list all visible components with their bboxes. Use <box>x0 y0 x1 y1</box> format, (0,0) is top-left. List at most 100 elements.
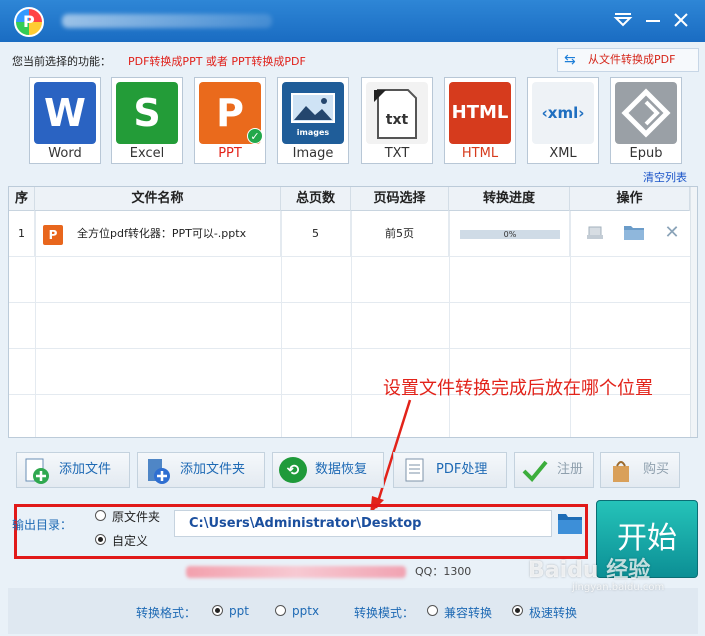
format-label: Image <box>292 146 334 161</box>
epub-icon <box>615 82 677 144</box>
minimize-icon[interactable] <box>642 9 664 31</box>
source-folder-label: 原文件夹 <box>112 510 161 524</box>
format-label-text: 转换格式： <box>136 606 197 620</box>
column-pages: 总页数 <box>281 187 351 211</box>
column-actions: 操作 <box>570 187 690 211</box>
open-folder-icon[interactable] <box>623 223 645 243</box>
excel-icon: S <box>116 82 178 144</box>
qq-text: QQ：1300 <box>415 565 472 578</box>
swap-arrows-icon: ⇆ <box>564 52 576 68</box>
watermark-sub: jingyan.baidu.com <box>572 582 665 593</box>
add-folder-icon <box>144 457 172 484</box>
baidu-watermark: Baidu 经验 jingyan.baidu.com <box>528 552 664 593</box>
format-label: PPT <box>218 146 242 161</box>
empty-row <box>9 395 697 437</box>
column-filename: 文件名称 <box>35 187 281 211</box>
add-folder-button[interactable]: 添加文件夹 <box>137 452 265 488</box>
pdf-process-label: PDF处理 <box>436 462 488 477</box>
radio-custom[interactable] <box>95 534 106 545</box>
html-icon: HTML <box>449 82 511 144</box>
svg-text:images: images <box>297 128 330 137</box>
format-excel[interactable]: S Excel <box>111 77 183 164</box>
row-pages: 5 <box>281 211 351 257</box>
file-table: 序 文件名称 总页数 页码选择 转换进度 操作 1 全方位pdf转化器：PPT可… <box>8 186 698 438</box>
switch-to-pdf-button[interactable]: ⇆ 从文件转换成PDF <box>557 48 699 72</box>
ppt-file-icon: P <box>43 225 63 245</box>
format-ppt[interactable]: P ✓ PPT <box>194 77 266 164</box>
output-path-field[interactable]: C:\Users\Administrator\Desktop <box>174 510 552 537</box>
delete-row-icon[interactable]: ✕ <box>661 223 683 243</box>
svg-text:txt: txt <box>386 112 409 128</box>
data-recover-button[interactable]: ⟲ 数据恢复 <box>272 452 384 488</box>
radio-format-ppt[interactable] <box>212 605 223 616</box>
format-pptx-label: pptx <box>292 604 320 618</box>
close-icon[interactable] <box>670 9 692 31</box>
format-image[interactable]: images Image <box>277 77 349 164</box>
bottom-bar <box>8 588 698 634</box>
open-file-icon[interactable] <box>584 223 606 243</box>
radio-mode-compat[interactable] <box>427 605 438 616</box>
blurred-title <box>62 14 272 28</box>
menu-dropdown-icon[interactable] <box>612 9 634 31</box>
progress-text: 0% <box>503 230 517 239</box>
clear-list-link[interactable]: 清空列表 <box>643 169 687 185</box>
switch-to-pdf-label: 从文件转换成PDF <box>588 53 676 66</box>
shopping-bag-icon <box>607 457 635 483</box>
word-icon: W <box>34 82 96 144</box>
watermark-text: Baidu 经验 <box>528 558 651 583</box>
app-logo-icon: P <box>14 7 44 37</box>
add-file-button[interactable]: 添加文件 <box>16 452 130 488</box>
radio-mode-fast[interactable] <box>512 605 523 616</box>
radio-format-pptx[interactable] <box>275 605 286 616</box>
progress-bar: 0% <box>460 230 560 239</box>
format-word[interactable]: W Word <box>29 77 101 164</box>
blurred-text <box>186 566 406 578</box>
format-txt[interactable]: txt TXT <box>361 77 433 164</box>
function-current: PDF转换成PPT 或者 PPT转换成PDF <box>128 55 306 68</box>
annotation-text: 设置文件转换完成后放在哪个位置 <box>383 378 653 399</box>
column-index: 序 <box>9 187 35 211</box>
radio-source-folder[interactable] <box>95 510 106 521</box>
pdf-process-button[interactable]: PDF处理 <box>393 452 507 488</box>
row-filename: 全方位pdf转化器：PPT可以-.pptx <box>35 211 281 257</box>
column-page-range: 页码选择 <box>351 187 449 211</box>
mode-fast-label: 极速转换 <box>529 606 578 620</box>
custom-label: 自定义 <box>112 534 149 548</box>
column-progress: 转换进度 <box>449 187 570 211</box>
empty-row <box>9 303 697 349</box>
checkmark-icon <box>521 457 549 483</box>
format-label: Excel <box>129 146 165 161</box>
image-icon: images <box>282 82 344 144</box>
row-index: 1 <box>9 211 35 257</box>
recover-icon: ⟲ <box>279 457 307 483</box>
register-button[interactable]: 注册 <box>514 452 594 488</box>
function-label: 您当前选择的功能： <box>12 55 111 68</box>
format-label: Word <box>48 146 82 161</box>
add-file-label: 添加文件 <box>59 462 112 477</box>
mode-label-text: 转换模式： <box>354 606 415 620</box>
buy-label: 购买 <box>643 462 670 477</box>
format-xml[interactable]: ‹xml› XML <box>527 77 599 164</box>
table-row[interactable]: 1 全方位pdf转化器：PPT可以-.pptx P 5 前5页 0% ✕ <box>9 211 697 257</box>
xml-icon: ‹xml› <box>532 82 594 144</box>
format-epub[interactable]: Epub <box>610 77 682 164</box>
pdf-doc-icon <box>400 457 428 483</box>
txt-icon: txt <box>366 82 428 144</box>
row-page-range[interactable]: 前5页 <box>351 211 449 257</box>
format-label: TXT <box>384 146 410 161</box>
add-file-icon <box>23 457 51 484</box>
output-dir-label: 输出目录： <box>12 518 73 532</box>
empty-row <box>9 257 697 303</box>
format-label: HTML <box>461 146 499 161</box>
format-html[interactable]: HTML HTML <box>444 77 516 164</box>
format-ppt-label: ppt <box>229 604 249 618</box>
browse-folder-icon[interactable] <box>556 510 582 536</box>
mode-compat-label: 兼容转换 <box>444 606 493 620</box>
title-bar: P <box>0 0 705 42</box>
table-scrollbar[interactable] <box>690 187 697 437</box>
format-label: XML <box>549 146 577 161</box>
buy-button[interactable]: 购买 <box>600 452 680 488</box>
selected-check-icon: ✓ <box>247 128 263 144</box>
recover-label: 数据恢复 <box>315 462 368 477</box>
register-label: 注册 <box>557 462 584 477</box>
